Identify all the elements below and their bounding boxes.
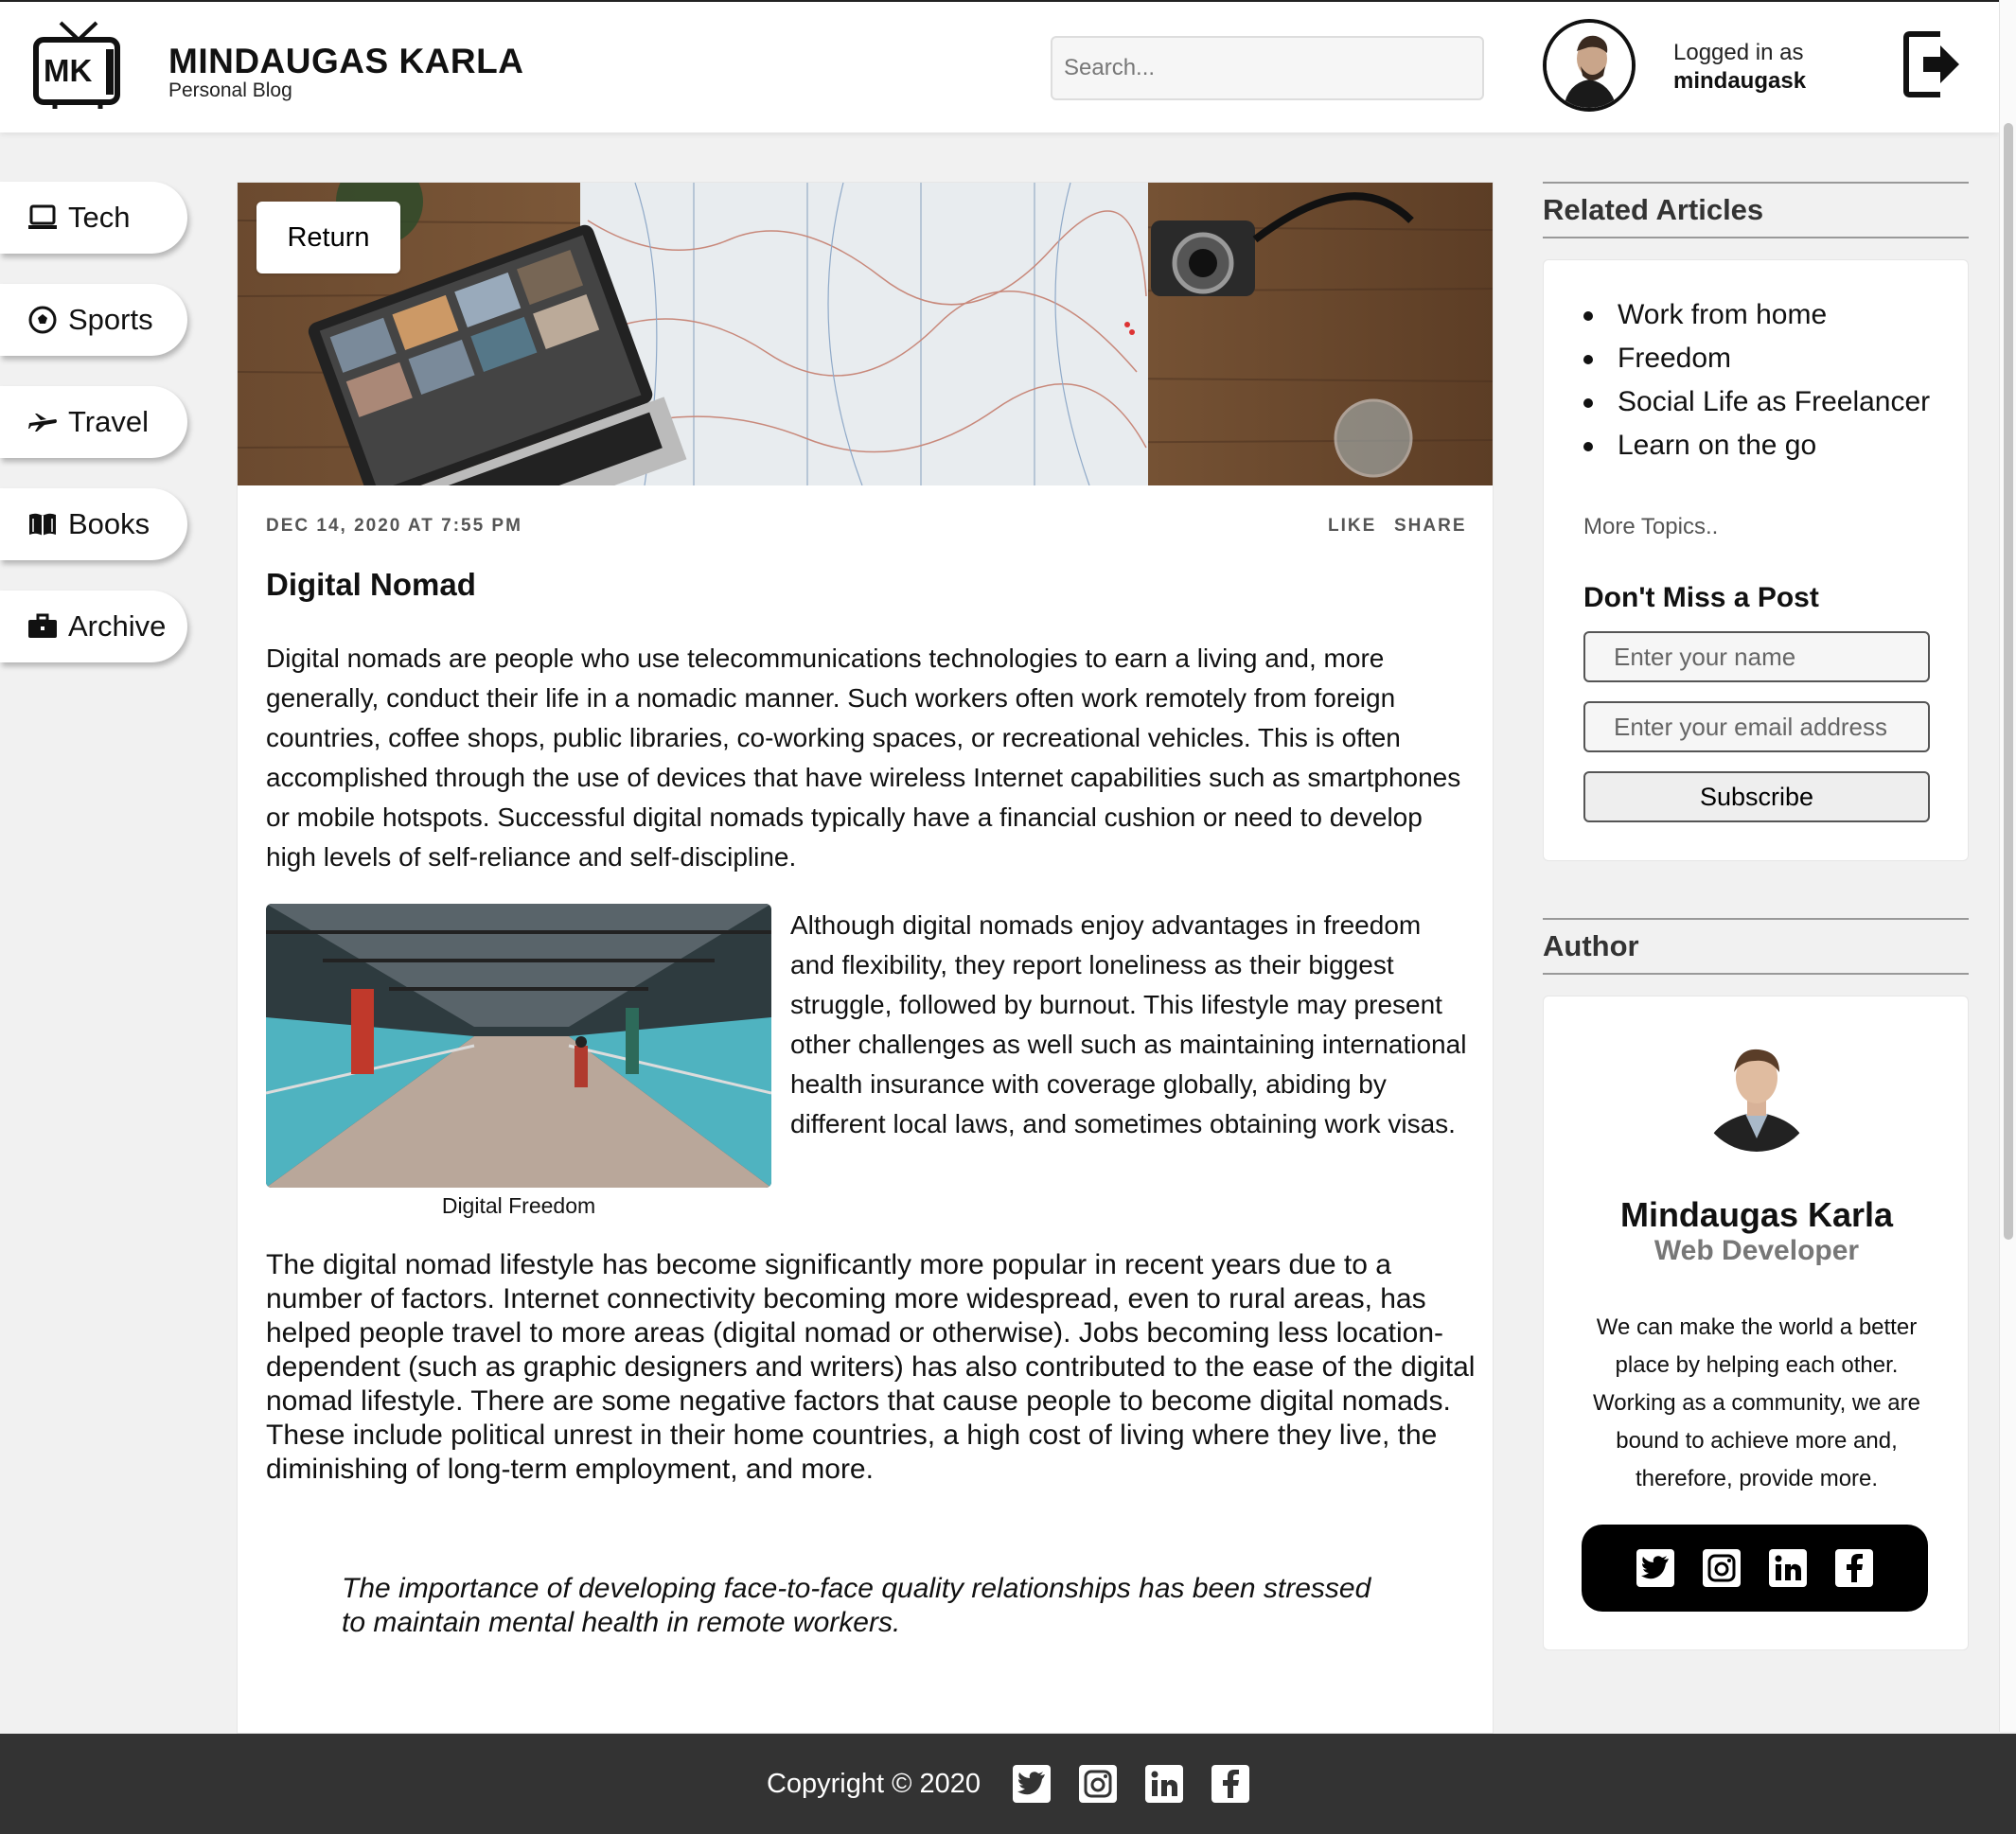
site-header: MK MINDAUGAS KARLA Personal Blog Logged … [0, 0, 1999, 132]
nav-tech[interactable]: Tech [0, 182, 187, 254]
scrollbar-thumb[interactable] [2004, 123, 2013, 1240]
article-title: Digital Nomad [266, 567, 476, 602]
logged-in-label: Logged in as [1673, 40, 1804, 65]
linkedin-icon[interactable] [1769, 1549, 1807, 1587]
author-name: Mindaugas Karla [1619, 1195, 1894, 1234]
email-field[interactable] [1583, 701, 1930, 752]
author-bio: We can make the world a better place by … [1593, 1314, 1920, 1491]
post-date: DEC 14, 2020 AT 7:55 PM [266, 516, 522, 536]
linkedin-icon[interactable] [1145, 1765, 1184, 1803]
author-heading: Author [1543, 918, 1969, 975]
tv-logo-icon[interactable]: MK [32, 19, 125, 110]
name-field[interactable] [1583, 631, 1930, 682]
nav-sports[interactable]: Sports [0, 284, 187, 356]
laptop-icon [27, 203, 59, 232]
article-figure-image [266, 904, 771, 1188]
nav-archive[interactable]: Archive [0, 591, 187, 662]
nav-label: Tech [68, 201, 131, 234]
page-scrollbar[interactable] [1999, 0, 2016, 1732]
share-link[interactable]: SHARE [1394, 516, 1467, 537]
author-social-bar [1582, 1525, 1928, 1612]
twitter-icon[interactable] [1636, 1549, 1674, 1587]
related-article-link[interactable]: Learn on the go [1583, 429, 1943, 463]
related-articles-list: Work from home Freedom Social Life as Fr… [1583, 298, 1943, 472]
more-topics-link[interactable]: More Topics.. [1583, 514, 1718, 540]
nav-label: Travel [68, 405, 149, 438]
author-card: Mindaugas Karla Web Developer We can mak… [1543, 996, 1969, 1650]
article-quote: The importance of developing face-to-fac… [342, 1573, 1371, 1638]
related-article-link[interactable]: Social Life as Freelancer [1583, 385, 1943, 419]
newsletter-title: Don't Miss a Post [1583, 582, 1819, 613]
instagram-icon[interactable] [1703, 1549, 1741, 1587]
nav-label: Sports [68, 303, 153, 336]
related-articles-card: Work from home Freedom Social Life as Fr… [1543, 259, 1969, 861]
nav-label: Books [68, 507, 150, 540]
avatar[interactable] [1543, 19, 1636, 112]
site-footer: Copyright © 2020 [0, 1734, 2016, 1834]
subscribe-button[interactable]: Subscribe [1583, 771, 1930, 822]
nav-label: Archive [68, 609, 167, 643]
author-avatar [1698, 1034, 1815, 1152]
article-paragraph: The digital nomad lifestyle has become s… [266, 1249, 1476, 1485]
brand-title[interactable]: MINDAUGAS KARLA [168, 42, 523, 81]
twitter-icon[interactable] [1013, 1765, 1052, 1803]
username: mindaugask [1673, 68, 1807, 94]
article-paragraph: Digital nomads are people who use teleco… [266, 644, 1461, 872]
nav-travel[interactable]: Travel [0, 386, 187, 458]
search-input[interactable] [1051, 36, 1484, 100]
author-role: Web Developer [1653, 1235, 1860, 1266]
briefcase-icon [27, 612, 59, 641]
brand-subtitle: Personal Blog [168, 79, 292, 101]
facebook-icon[interactable] [1211, 1765, 1250, 1803]
plane-icon [27, 408, 59, 436]
book-icon [27, 510, 59, 538]
logo-text: MK [44, 53, 93, 88]
related-articles-heading: Related Articles [1543, 182, 1969, 238]
nav-books[interactable]: Books [0, 488, 187, 560]
instagram-icon[interactable] [1079, 1765, 1118, 1803]
copyright-text: Copyright © 2020 [766, 1768, 981, 1799]
related-article-link[interactable]: Freedom [1583, 342, 1943, 376]
article-paragraph: Although digital nomads enjoy advantages… [790, 910, 1467, 1138]
return-button[interactable]: Return [256, 202, 400, 273]
hero-image: Return [238, 183, 1493, 485]
facebook-icon[interactable] [1835, 1549, 1873, 1587]
figure-caption: Digital Freedom [441, 1193, 596, 1218]
logout-icon[interactable] [1902, 28, 1963, 100]
soccer-ball-icon [27, 306, 59, 334]
related-article-link[interactable]: Work from home [1583, 298, 1943, 332]
article-card: Return DEC 14, 2020 AT 7:55 PM LIKE SHAR… [237, 182, 1494, 1734]
like-link[interactable]: LIKE [1328, 516, 1376, 537]
